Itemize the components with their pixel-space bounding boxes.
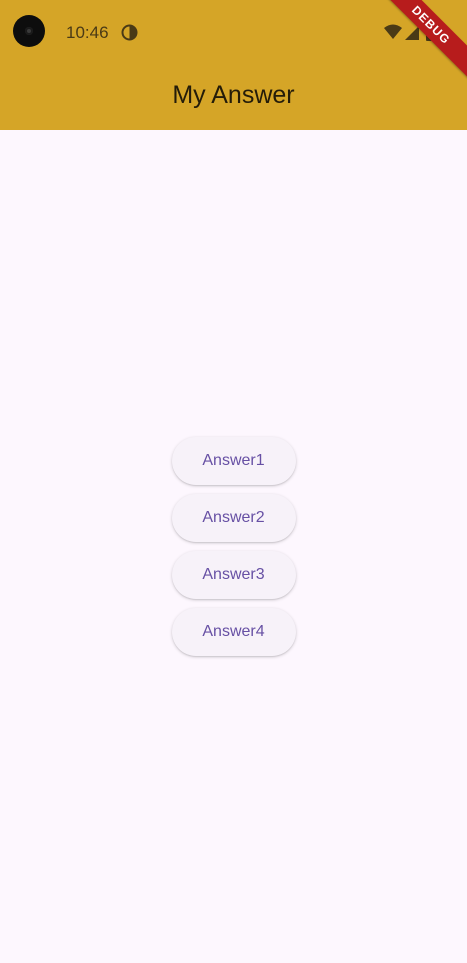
signal-icon — [405, 26, 419, 40]
status-time: 10:46 — [66, 23, 109, 42]
data-saver-icon — [121, 24, 138, 41]
answer2-button[interactable]: Answer2 — [171, 494, 296, 542]
page-title: My Answer — [172, 81, 295, 109]
answer-button-list: Answer1 Answer2 Answer3 Answer4 — [0, 437, 467, 665]
app-bar: 10:46 My Answer — [0, 0, 467, 130]
answer1-button[interactable]: Answer1 — [171, 437, 296, 485]
camera-icon — [13, 15, 45, 47]
status-bar: 10:46 — [0, 0, 467, 64]
camera-lens — [25, 27, 33, 35]
answer3-button[interactable]: Answer3 — [171, 551, 296, 599]
wifi-icon — [384, 24, 402, 39]
answer4-button[interactable]: Answer4 — [171, 608, 296, 656]
phone-screen: 10:46 My Answer DEBUG Answer1 Answer2 An… — [0, 0, 467, 963]
